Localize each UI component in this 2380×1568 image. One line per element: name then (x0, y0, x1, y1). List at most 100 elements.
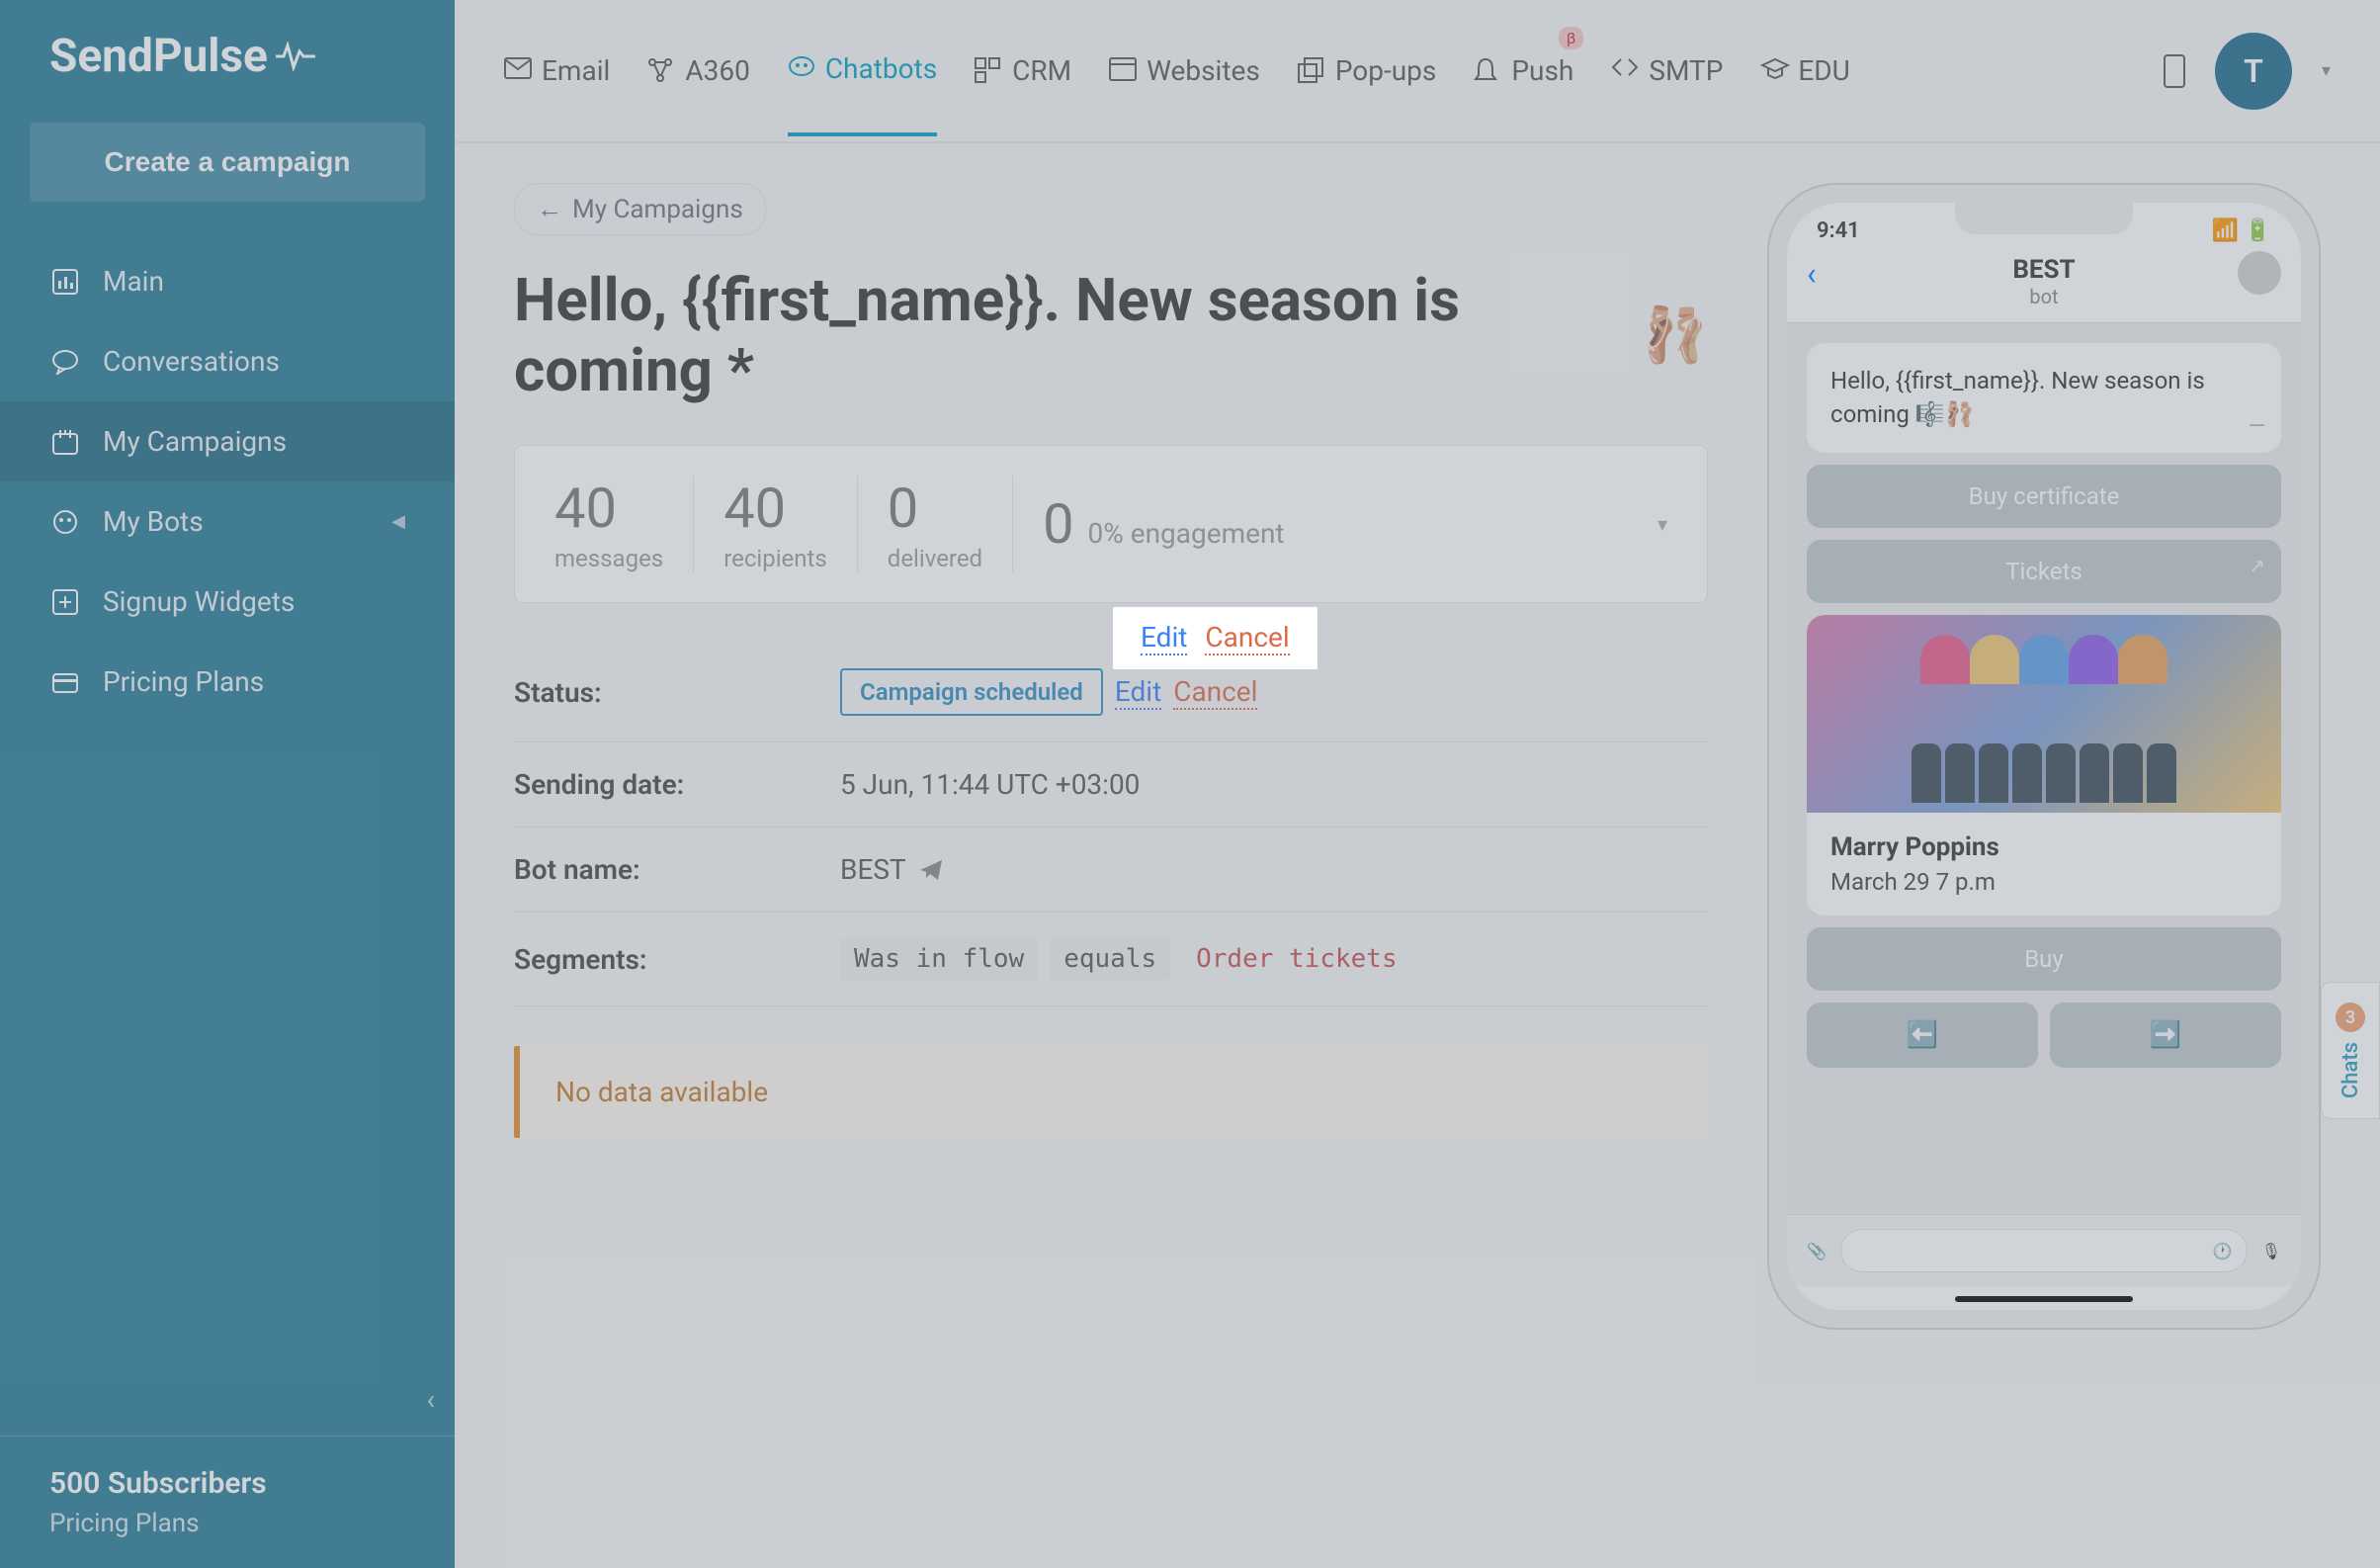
card-title: Marry Poppins (1830, 832, 2257, 862)
status-badge: Campaign scheduled (840, 668, 1103, 716)
plan-link[interactable]: Pricing Plans (49, 1509, 405, 1538)
detail-status-row: Status: Campaign scheduled Edit Cancel (514, 643, 1708, 742)
message-menu-icon[interactable]: — (2249, 412, 2265, 443)
sending-label: Sending date: (514, 768, 840, 801)
sidebar-collapse-button[interactable]: ‹ (427, 1383, 455, 1416)
brand-name: SendPulse (49, 30, 268, 83)
topnav-crm[interactable]: CRM (975, 7, 1071, 134)
edit-link[interactable]: Edit (1115, 675, 1161, 710)
status-label: Status: (514, 676, 840, 709)
user-avatar[interactable]: T (2215, 33, 2292, 110)
sidebar-item-campaigns[interactable]: My Campaigns (0, 401, 455, 481)
topnav-popups[interactable]: Pop-ups (1298, 7, 1437, 134)
phone-chat-avatar[interactable] (2238, 251, 2281, 295)
popup-icon (1298, 57, 1325, 85)
nav-label: Signup Widgets (103, 585, 295, 618)
website-icon (1109, 57, 1137, 85)
cancel-link[interactable]: Cancel (1173, 675, 1257, 710)
topnav-label: EDU (1798, 54, 1849, 87)
topnav-websites[interactable]: Websites (1109, 7, 1260, 134)
phone-signal-icons: 📶 🔋 (2212, 218, 2271, 243)
stats-dropdown[interactable]: ▾ (1658, 512, 1667, 536)
nav-label: Main (103, 265, 164, 298)
topnav-edu[interactable]: EDU (1760, 7, 1849, 134)
topnav-label: Websites (1147, 54, 1260, 87)
stat-messages: 40 messages (554, 476, 694, 572)
topnav-label: Pop-ups (1335, 54, 1437, 87)
sidebar-item-pricing[interactable]: Pricing Plans (0, 642, 455, 722)
topnav-push[interactable]: Push β (1474, 7, 1573, 134)
sidebar: SendPulse Create a campaign Main Convers… (0, 0, 455, 1568)
segment-value: Order tickets (1182, 938, 1411, 980)
topnav-smtp[interactable]: SMTP (1611, 7, 1723, 134)
attachment-icon[interactable]: 📎 (1807, 1242, 1827, 1261)
message-card: Marry Poppins March 29 7 p.m (1807, 615, 2281, 915)
detail-bot-row: Bot name: BEST (514, 828, 1708, 913)
mobile-icon[interactable] (2164, 54, 2185, 88)
sidebar-item-bots[interactable]: My Bots ◀ (0, 481, 455, 562)
phone-input-bar: 📎 🕐 🎙 (1787, 1214, 2301, 1286)
code-icon (1611, 57, 1639, 85)
phone-message-input[interactable]: 🕐 (1840, 1229, 2248, 1272)
tickets-button[interactable]: Tickets ↗ (1807, 540, 2281, 603)
chevron-down-icon[interactable]: ▾ (2322, 60, 2331, 81)
sending-value: 5 Jun, 11:44 UTC +03:00 (840, 768, 1140, 801)
stats-card: 40 messages 40 recipients 0 delivered 0 … (514, 445, 1708, 603)
ballet-shoes-emoji: 🩰 (1642, 305, 1708, 367)
brand-logo[interactable]: SendPulse (0, 30, 455, 123)
card-subtitle: March 29 7 p.m (1830, 868, 2257, 896)
stat-engagement: 0 0% engagement (1013, 491, 1315, 557)
arrow-left-icon: ← (537, 194, 562, 224)
topnav-a360[interactable]: A360 (647, 7, 749, 134)
external-icon: ↗ (2249, 554, 2265, 577)
segments-label: Segments: (514, 943, 840, 976)
chats-side-tab[interactable]: 3 Chats (2321, 982, 2380, 1119)
topnav-label: SMTP (1649, 54, 1723, 87)
topnav-chatbots[interactable]: Chatbots (788, 5, 937, 136)
nav-label: My Bots (103, 505, 204, 538)
bell-icon (1474, 57, 1501, 85)
topnav-email[interactable]: Email (504, 7, 610, 134)
next-button[interactable]: ➡️ (2050, 1002, 2281, 1068)
chats-tab-label: Chats (2338, 1042, 2363, 1098)
chatbot-icon (788, 55, 815, 83)
create-campaign-button[interactable]: Create a campaign (30, 123, 425, 202)
topnav-label: Email (542, 54, 610, 87)
prev-button[interactable]: ⬅️ (1807, 1002, 2038, 1068)
nav-label: Pricing Plans (103, 665, 264, 698)
no-data-alert: No data available (514, 1046, 1708, 1138)
chats-count-badge: 3 (2336, 1002, 2365, 1032)
buy-certificate-button[interactable]: Buy certificate (1807, 465, 2281, 528)
sidebar-item-widgets[interactable]: Signup Widgets (0, 562, 455, 642)
network-icon (647, 57, 675, 85)
sidebar-item-conversations[interactable]: Conversations (0, 321, 455, 401)
phone-preview: 9:41 📶 🔋 ‹ BEST bot Hello, {{first_name}… (1767, 183, 2321, 1330)
breadcrumb[interactable]: ← My Campaigns (514, 183, 766, 235)
bot-icon (49, 506, 81, 538)
bot-name: BEST (840, 853, 906, 886)
pulse-icon (276, 42, 315, 71)
segment-field: Was in flow (840, 938, 1038, 980)
send-icon (49, 426, 81, 458)
dashboard-icon (49, 266, 81, 298)
sidebar-footer: 500 Subscribers Pricing Plans (0, 1436, 455, 1538)
stat-recipients: 40 recipients (694, 476, 858, 572)
telegram-icon (918, 858, 944, 882)
sidebar-item-main[interactable]: Main (0, 241, 455, 321)
page-title: Hello, {{first_name}}. New season is com… (514, 265, 1708, 405)
phone-home-indicator (1955, 1296, 2133, 1302)
phone-time: 9:41 (1817, 218, 1860, 243)
phone-back-icon[interactable]: ‹ (1807, 255, 1817, 293)
beta-badge: β (1559, 27, 1583, 49)
buy-button[interactable]: Buy (1807, 927, 2281, 991)
message-bubble: Hello, {{first_name}}. New season is com… (1807, 343, 2281, 453)
crm-icon (975, 57, 1002, 85)
topnav-label: CRM (1012, 54, 1071, 87)
topnav-label: Push (1511, 54, 1573, 87)
topnav-label: A360 (685, 54, 749, 87)
email-icon (504, 57, 532, 85)
detail-sending-row: Sending date: 5 Jun, 11:44 UTC +03:00 (514, 742, 1708, 828)
phone-chat-body: Hello, {{first_name}}. New season is com… (1787, 323, 2301, 1214)
topnav-label: Chatbots (825, 52, 937, 85)
mic-icon[interactable]: 🎙 (2261, 1242, 2281, 1261)
